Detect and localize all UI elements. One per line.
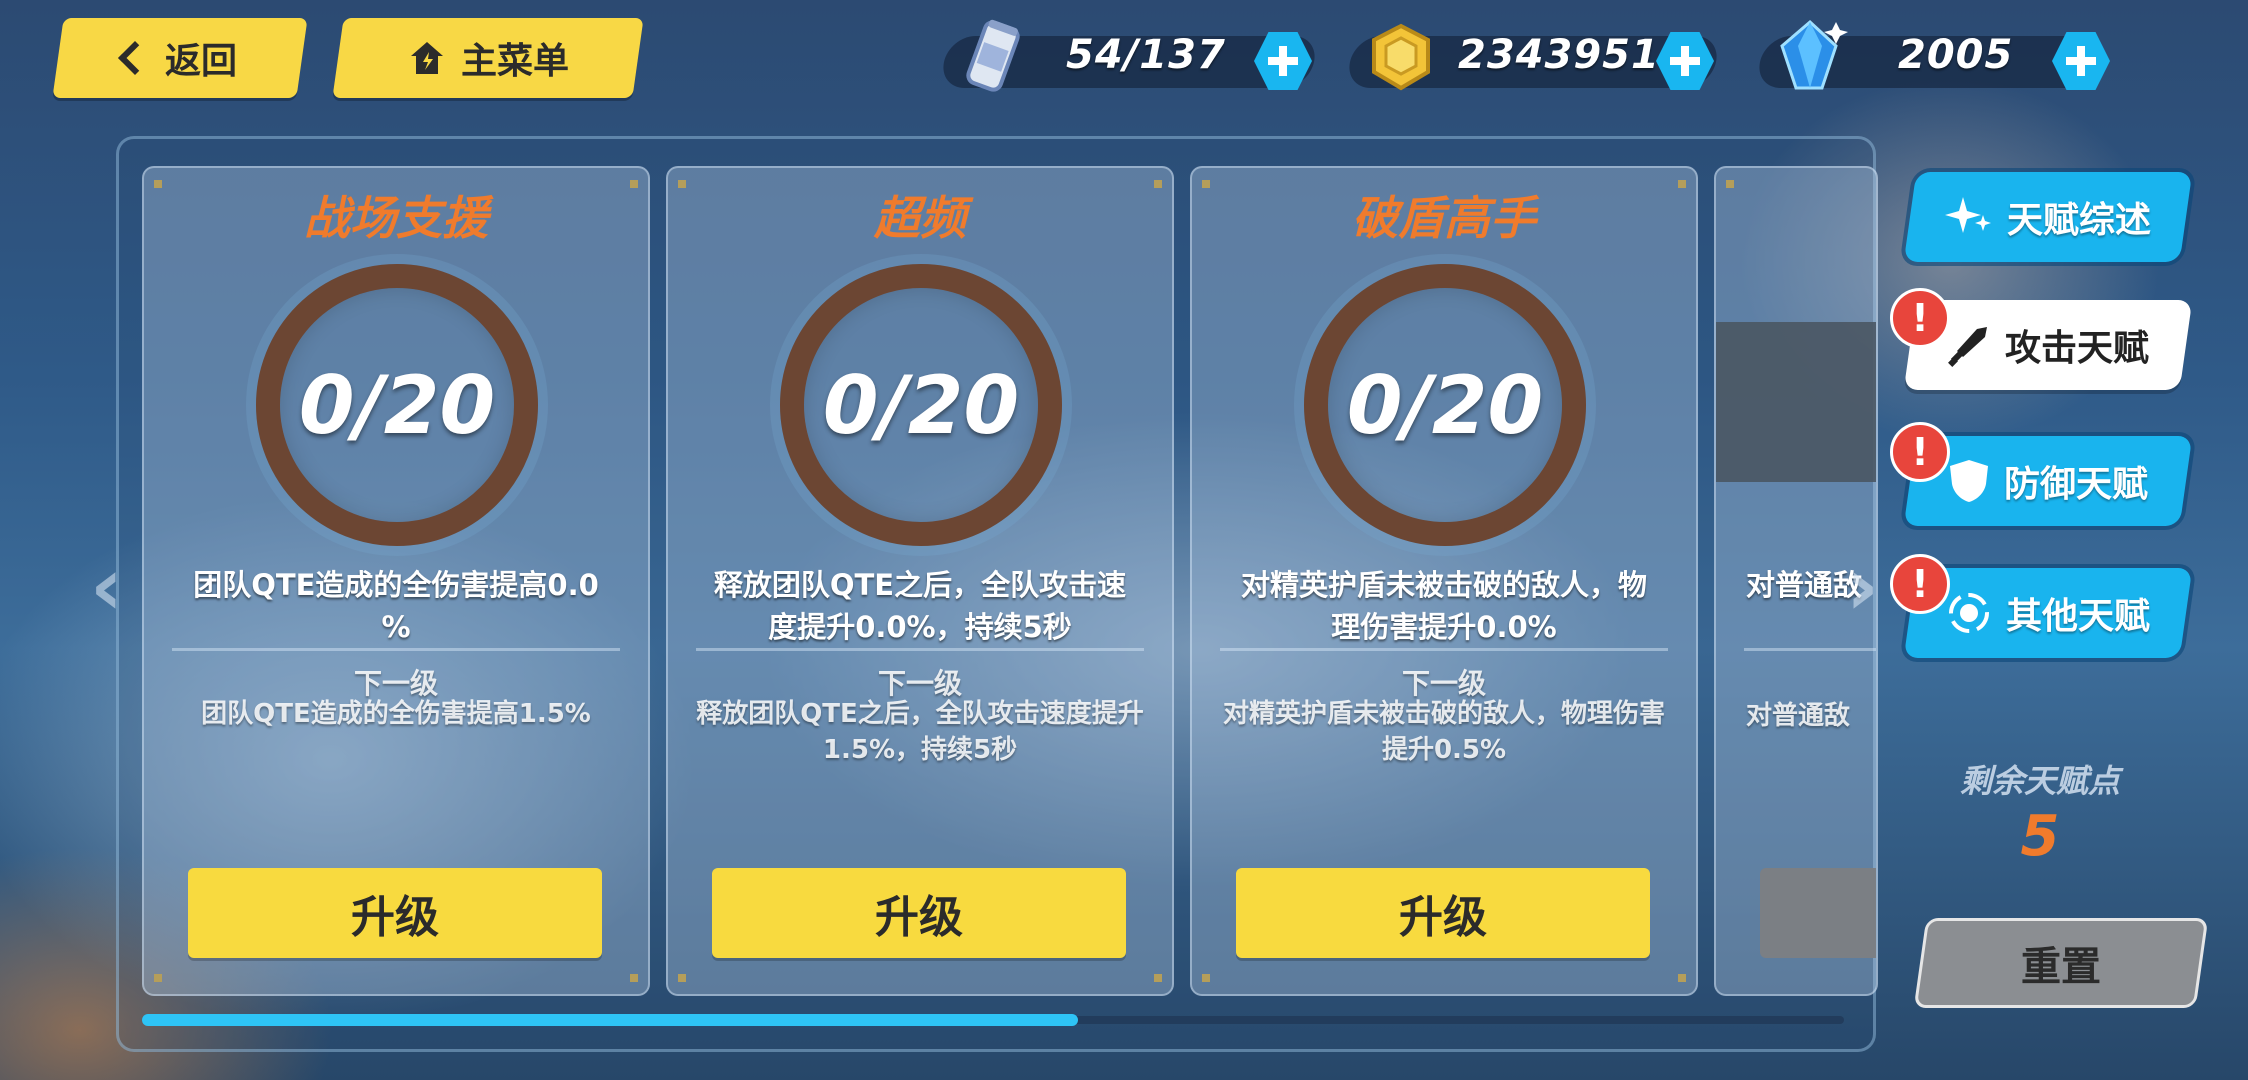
desc-line: 对精英护盾未被击破的敌人，物	[1240, 568, 1647, 602]
tab-label: 其他天赋	[2005, 596, 2150, 637]
scrollbar-thumb[interactable]	[142, 1014, 1079, 1026]
talent-title: 破盾高手	[1352, 191, 1536, 245]
crystal-icon	[1780, 19, 1848, 90]
next-desc-line: 1.5%，持续5秒	[822, 735, 1018, 765]
desc-line: 度提升0.0%，持续5秒	[768, 610, 1072, 644]
desc-line: 理伤害提升0.0%	[1331, 610, 1557, 644]
sparkle-icon	[1944, 197, 1991, 233]
divider	[1744, 648, 1876, 651]
talent-card-3: 破盾高手 0/20 对精英护盾未被击破的敌人，物 理伤害提升0.0% 下一级 对…	[1190, 166, 1698, 996]
sword-icon	[1948, 327, 1987, 367]
corner-dot	[1154, 974, 1162, 982]
back-button[interactable]: 返回	[52, 18, 308, 98]
target-icon	[1948, 593, 1989, 633]
desc-line: 团队QTE造成的全伤害提高0.0	[193, 568, 599, 602]
shield-icon	[1949, 460, 1988, 502]
crystal-value: 2005	[1898, 32, 2014, 78]
corner-dot	[630, 974, 638, 982]
talent-description: 释放团队QTE之后，全队攻击速 度提升0.0%，持续5秒	[694, 564, 1146, 648]
level-ring: 0/20	[256, 264, 538, 546]
divider	[696, 648, 1144, 651]
coin-icon	[1372, 23, 1430, 91]
talent-description: 对精英护盾未被击破的敌人，物 理伤害提升0.0%	[1218, 564, 1670, 648]
next-level-description: 对普通敌	[1746, 701, 1851, 731]
upgrade-button[interactable]: 升级	[712, 868, 1126, 958]
reset-label: 重置	[2021, 944, 2101, 990]
reset-button[interactable]: 重置	[1913, 918, 2209, 1008]
talent-card-2: 超频 0/20 释放团队QTE之后，全队攻击速 度提升0.0%，持续5秒 下一级…	[666, 166, 1174, 996]
desc-line: 释放团队QTE之后，全队攻击速	[713, 568, 1127, 602]
talent-card-1: 战场支援 0/20 团队QTE造成的全伤害提高0.0 % 下一级 团队QTE造成…	[142, 166, 650, 996]
chevron-left-icon	[118, 41, 152, 75]
home-icon	[410, 42, 443, 74]
corner-dot	[1678, 974, 1686, 982]
talent-description: 团队QTE造成的全伤害提高0.0 %	[170, 564, 622, 648]
tab-label: 防御天赋	[2003, 464, 2148, 505]
corner-dot	[678, 974, 686, 982]
talent-title: 超频	[874, 191, 966, 245]
level-ring: 0/20	[1304, 264, 1586, 546]
next-desc-line: 团队QTE造成的全伤害提高1.5%	[201, 699, 591, 729]
corner-dot	[154, 974, 162, 982]
next-level-description: 团队QTE造成的全伤害提高1.5%	[170, 696, 622, 732]
stamina-drink-icon	[966, 19, 1020, 92]
divider	[172, 648, 620, 651]
remaining-points-label: 剩余天赋点	[1959, 762, 2120, 800]
level-ring: 0/20	[780, 264, 1062, 546]
scroll-left-arrow[interactable]: ‹	[90, 540, 123, 633]
back-label: 返回	[164, 41, 237, 82]
coin-value: 2343951	[1458, 32, 1660, 78]
stamina-value: 54/137	[1066, 32, 1226, 78]
scroll-right-arrow[interactable]: ›	[1846, 540, 1879, 633]
alert-badge: !	[1890, 288, 1950, 348]
disabled-upgrade-button	[1760, 868, 1876, 958]
corner-dot	[1202, 974, 1210, 982]
alert-badge: !	[1890, 554, 1950, 614]
tab-label: 攻击天赋	[2004, 328, 2149, 369]
level-value: 0/20	[298, 358, 496, 452]
next-desc-line: 提升0.5%	[1381, 735, 1507, 765]
upgrade-button[interactable]: 升级	[188, 868, 602, 958]
remaining-points-value: 5	[2020, 804, 2060, 869]
tab-label: 天赋综述	[2006, 200, 2151, 241]
locked-image	[1716, 322, 1876, 482]
main-menu-button[interactable]: 主菜单	[332, 18, 644, 98]
upgrade-button[interactable]: 升级	[1236, 868, 1650, 958]
level-value: 0/20	[1346, 358, 1544, 452]
talent-title: 战场支援	[304, 191, 488, 245]
next-desc-line: 对精英护盾未被击破的敌人，物理伤害	[1222, 699, 1665, 729]
divider	[1220, 648, 1668, 651]
desc-line: %	[381, 610, 411, 644]
next-level-description: 释放团队QTE之后，全队攻击速度提升 1.5%，持续5秒	[694, 696, 1146, 768]
corner-dot	[1726, 180, 1734, 188]
main-menu-label: 主菜单	[460, 41, 569, 82]
level-value: 0/20	[822, 358, 1020, 452]
next-desc-line: 释放团队QTE之后，全队攻击速度提升	[696, 699, 1144, 729]
alert-badge: !	[1890, 422, 1950, 482]
next-level-description: 对精英护盾未被击破的敌人，物理伤害 提升0.5%	[1218, 696, 1670, 768]
tab-talent-overview[interactable]: 天赋综述	[1903, 172, 2193, 262]
